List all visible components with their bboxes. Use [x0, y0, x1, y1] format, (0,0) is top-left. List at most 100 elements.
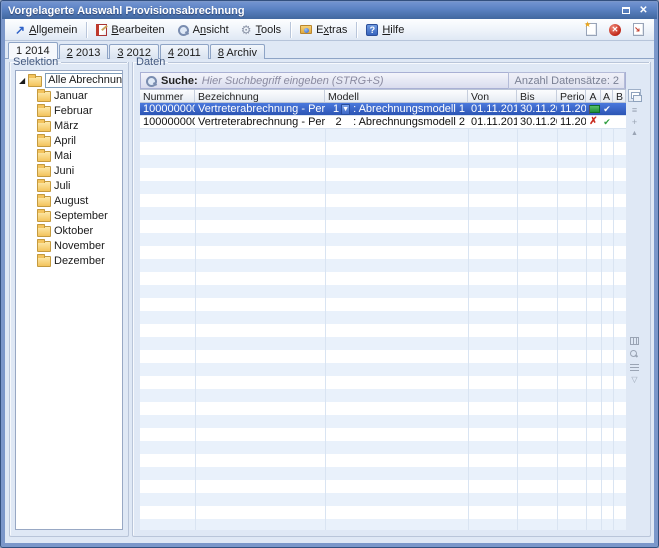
search-bar[interactable]: Suche: Hier Suchbegriff eingeben (STRG+S… — [140, 72, 626, 89]
grid-side-strip: ≡ + ▲ ▽ — [627, 89, 642, 530]
modell-dropdown-button[interactable]: ▼ — [341, 104, 350, 115]
green-flag-icon — [589, 105, 598, 114]
tree-item-januar[interactable]: Januar — [16, 88, 122, 103]
toolbox-icon — [300, 25, 312, 34]
modell-number: 2 — [328, 116, 342, 129]
page-content: Selektion ◢ Alle Abrechnungen Januar Feb… — [5, 59, 654, 541]
restore-button[interactable] — [618, 4, 633, 17]
folder-icon — [37, 166, 51, 177]
tree-item-oktober[interactable]: Oktober — [16, 223, 122, 238]
cell-nummer: 1000000000 — [140, 103, 195, 116]
column-separator — [601, 129, 602, 530]
tree-item-september[interactable]: September — [16, 208, 122, 223]
exit-icon — [633, 23, 644, 36]
tree-item-dezember[interactable]: Dezember — [16, 253, 122, 268]
tree-item-november[interactable]: November — [16, 238, 122, 253]
tree-item-april[interactable]: April — [16, 133, 122, 148]
selektion-caption-text: Selektion — [13, 56, 58, 68]
column-header-bis[interactable]: Bis — [517, 90, 557, 102]
edit-book-icon — [96, 24, 107, 36]
restore-icon — [622, 7, 630, 14]
cell-bezeichnung: Vertreterabrechnung - Periode: 11.2014 — [195, 103, 325, 116]
cell-von: 01.11.2014 — [468, 116, 517, 129]
red-x-icon: ✗ — [589, 117, 597, 127]
check-icon: ✔ — [603, 118, 611, 127]
column-header-nummer[interactable]: Nummer — [140, 90, 195, 102]
tab-2013[interactable]: 2 2013 — [59, 44, 109, 59]
toolbar-separator — [86, 22, 87, 38]
list-icon[interactable] — [630, 364, 639, 372]
search-input[interactable]: Hier Suchbegriff eingeben (STRG+S) — [202, 75, 505, 87]
tree-root[interactable]: ◢ Alle Abrechnungen — [16, 73, 122, 88]
folder-icon — [37, 91, 51, 102]
scroll-top-icon[interactable]: ≡ — [627, 106, 642, 115]
close-button[interactable]: ✕ — [636, 4, 651, 17]
columns-icon[interactable] — [630, 337, 639, 345]
menu-hilfe[interactable]: ? Hilfe — [360, 22, 410, 38]
folder-icon — [37, 241, 51, 252]
scroll-up-icon[interactable]: ▲ — [627, 130, 642, 137]
column-header-von[interactable]: Von — [468, 90, 517, 102]
selektion-topline — [61, 62, 127, 63]
main-toolbar: ↗ Allgemein Bearbeiten Ansicht ⚙ Tools E… — [5, 19, 654, 41]
filter-icon[interactable]: ▽ — [627, 376, 642, 384]
folder-icon — [37, 151, 51, 162]
tree-item-februar[interactable]: Februar — [16, 103, 122, 118]
selektion-caption: Selektion — [13, 56, 60, 68]
column-header-b[interactable]: B — [613, 90, 626, 102]
column-header-bezeichnung[interactable]: Bezeichnung — [195, 90, 325, 102]
cell-b — [613, 103, 626, 116]
cell-status-a: ✗ — [586, 116, 601, 129]
column-header-a1[interactable]: A — [586, 90, 601, 102]
folder-icon — [37, 121, 51, 132]
arrow-ne-icon: ↗ — [15, 24, 25, 36]
new-button[interactable] — [580, 21, 603, 38]
column-header-periode[interactable]: Periode — [557, 90, 586, 102]
folder-open-icon — [28, 76, 42, 87]
window-title: Vorgelagerte Auswahl Provisionsabrechnun… — [8, 5, 615, 17]
toolbar-separator — [290, 22, 291, 38]
table-row[interactable]: 1000000000 Vertreterabrechnung - Periode… — [140, 103, 626, 116]
add-row-icon[interactable]: + — [627, 118, 642, 127]
table-row[interactable]: 1000000001 Vertreterabrechnung - Periode… — [140, 116, 626, 129]
daten-caption-text: Daten — [136, 56, 165, 68]
cell-von: 01.11.2014 — [468, 103, 517, 116]
cell-status-check: ✔ — [601, 116, 613, 129]
cell-modell: 1 ▼ : Abrechnungsmodell 1 — [325, 103, 468, 116]
folder-icon — [37, 136, 51, 147]
column-separator — [557, 129, 558, 530]
selection-tree[interactable]: ◢ Alle Abrechnungen Januar Februar März … — [15, 70, 123, 530]
daten-topline — [168, 62, 649, 63]
tree-item-maerz[interactable]: März — [16, 118, 122, 133]
tab-archiv[interactable]: 8 Archiv — [210, 44, 265, 59]
menu-bearbeiten[interactable]: Bearbeiten — [90, 22, 170, 38]
menu-tools[interactable]: ⚙ Tools — [235, 22, 287, 38]
menu-ansicht[interactable]: Ansicht — [171, 22, 235, 38]
column-separator — [468, 129, 469, 530]
find-icon[interactable] — [630, 350, 639, 359]
tree-item-juni[interactable]: Juni — [16, 163, 122, 178]
column-separator — [613, 129, 614, 530]
column-separator — [517, 129, 518, 530]
tree-item-juli[interactable]: Juli — [16, 178, 122, 193]
column-separator — [325, 129, 326, 530]
cell-bezeichnung: Vertreterabrechnung - Periode: 11.2014 — [195, 116, 325, 129]
cell-modell: 2 : Abrechnungsmodell 2 — [325, 116, 468, 129]
daten-group: Daten Suche: Hier Suchbegriff eingeben (… — [132, 62, 651, 537]
tree-expand-icon[interactable]: ◢ — [19, 77, 25, 85]
cancel-icon: ✕ — [609, 24, 621, 36]
cell-nummer: 1000000001 — [140, 116, 195, 129]
menu-extras[interactable]: Extras — [294, 22, 353, 38]
column-header-a2[interactable]: A — [601, 90, 613, 102]
modell-text: : Abrechnungsmodell 2 — [350, 116, 465, 129]
tree-item-august[interactable]: August — [16, 193, 122, 208]
help-icon: ? — [366, 24, 378, 36]
column-header-modell[interactable]: Modell — [325, 90, 468, 102]
column-chooser-icon[interactable] — [628, 89, 641, 102]
title-bar[interactable]: Vorgelagerte Auswahl Provisionsabrechnun… — [2, 2, 657, 19]
exit-button[interactable] — [627, 21, 650, 38]
menu-allgemein[interactable]: ↗ Allgemein — [9, 22, 83, 38]
cancel-button[interactable]: ✕ — [603, 22, 627, 38]
cell-bis: 30.11.2014 — [517, 103, 557, 116]
tree-item-mai[interactable]: Mai — [16, 148, 122, 163]
